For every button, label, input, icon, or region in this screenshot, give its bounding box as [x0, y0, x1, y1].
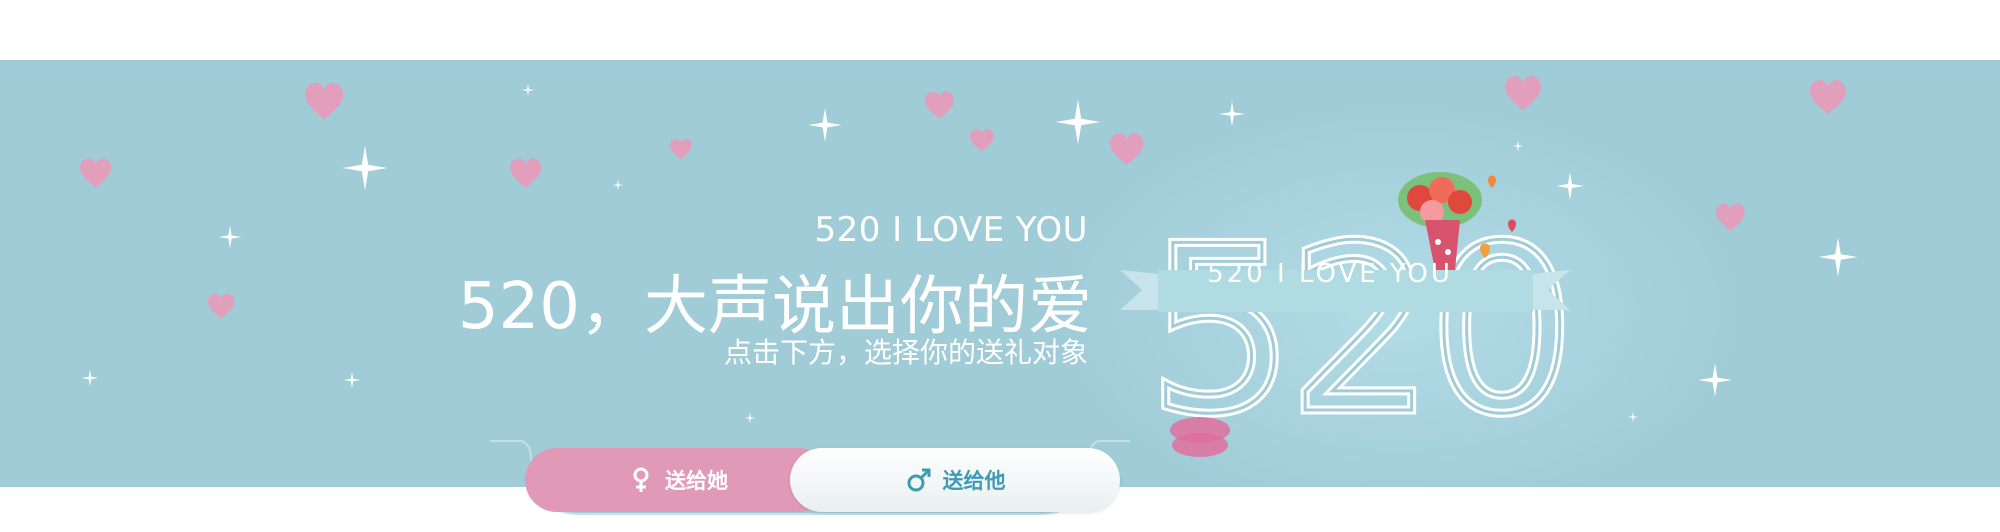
ribbon-left-tail — [1120, 270, 1160, 310]
heart-icon — [1716, 203, 1745, 232]
heart-icon — [1110, 133, 1144, 166]
heart-icon — [510, 158, 542, 189]
banner-subtitle-en: 520 I LOVE YOU — [814, 210, 1088, 250]
sparkle-icon — [218, 225, 242, 249]
sparkle-icon — [1818, 237, 1858, 277]
ribbon-text: 520 I LOVE YOU — [1207, 259, 1453, 289]
sparkle-icon — [612, 179, 624, 191]
heart-icon — [1505, 76, 1541, 111]
heart-icon — [925, 91, 954, 120]
sparkle-icon — [342, 145, 388, 191]
heart-icon — [305, 82, 344, 121]
male-symbol-icon — [905, 466, 933, 494]
tab-label: 送给他 — [942, 469, 1006, 493]
kiss-lips-icon — [1170, 417, 1230, 457]
banner-instruction: 点击下方，选择你的送礼对象 — [723, 336, 1088, 369]
sparkle-icon — [1219, 101, 1245, 127]
sparkle-icon — [1627, 411, 1639, 423]
sparkle-icon — [1055, 99, 1101, 145]
heart-icon — [80, 158, 112, 189]
tab-send-to-him[interactable]: 送给他 — [790, 448, 1120, 512]
sparkle-icon — [81, 369, 99, 387]
sparkle-icon — [521, 83, 535, 97]
female-symbol-icon — [627, 466, 655, 494]
heart-icon — [670, 138, 692, 160]
heart-icon — [208, 293, 235, 320]
heart-icon — [970, 128, 994, 152]
sparkle-icon — [1512, 140, 1524, 152]
sparkle-icon — [808, 108, 842, 142]
tab-label: 送给她 — [665, 469, 728, 493]
hero-banner: 520 I LOVE YOU 520，大声说出你的爱 点击下方，选择你的送礼对象… — [0, 60, 2000, 487]
big-520-graphic: 520 520 — [1120, 172, 1580, 470]
tab-send-to-her[interactable]: 送给她 — [525, 448, 830, 512]
sparkle-icon — [744, 412, 756, 424]
sparkle-icon — [343, 371, 361, 389]
heart-icon — [1810, 80, 1846, 115]
sparkle-icon — [1698, 363, 1732, 397]
